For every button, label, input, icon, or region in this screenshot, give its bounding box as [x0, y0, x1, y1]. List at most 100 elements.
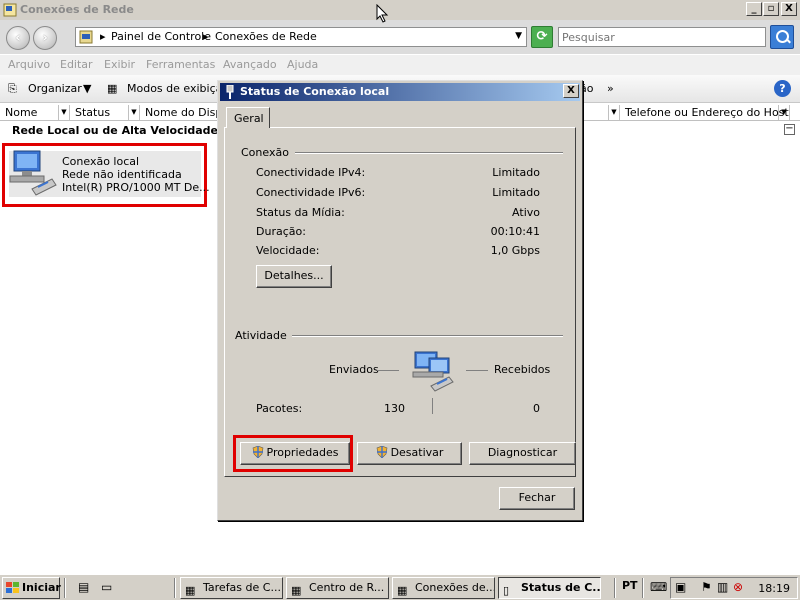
- task-window-icon: ▦: [397, 584, 408, 597]
- dialog-title: Status de Conexão local: [240, 85, 390, 98]
- task-status[interactable]: ▯ Status de C...: [498, 577, 601, 599]
- network-adapter-icon: [9, 150, 57, 196]
- task-tarefas-label: Tarefas de C...: [203, 581, 281, 594]
- chevron-down-icon[interactable]: ▼: [83, 82, 91, 95]
- properties-highlight: [233, 435, 353, 472]
- chevron-down-icon[interactable]: ▼: [58, 105, 69, 120]
- breadcrumb-control-panel[interactable]: Painel de Controle: [111, 30, 211, 43]
- menu-tools[interactable]: Ferramentas: [146, 58, 215, 71]
- column-phone-host[interactable]: Telefone ou Endereço do Host ▼: [620, 105, 790, 121]
- address-field[interactable]: ▸ Painel de Controle ▸ Conexões de Rede …: [75, 27, 527, 47]
- taskbar-separator: [64, 578, 66, 598]
- chevron-down-icon[interactable]: ▼: [608, 105, 619, 120]
- column-phone-host-label: Telefone ou Endereço do Host: [625, 106, 789, 119]
- tray-security-icon[interactable]: ⚑: [701, 580, 712, 594]
- media-status-value: Ativo: [512, 206, 540, 219]
- control-panel-icon: [79, 30, 93, 44]
- organize-icon: ⎘: [8, 82, 17, 95]
- media-status-label: Status da Mídia:: [256, 206, 345, 219]
- tray-network-icon[interactable]: ▥: [717, 580, 728, 594]
- start-button[interactable]: Iniciar: [2, 577, 61, 599]
- dialog-title-bar: Status de Conexão local X: [220, 83, 580, 101]
- help-icon[interactable]: ?: [774, 80, 791, 97]
- packets-received-value: 0: [533, 402, 540, 415]
- breadcrumb-arrow: ▸: [203, 30, 209, 43]
- address-bar: ‹ › ▸ Painel de Controle ▸ Conexões de R…: [0, 20, 800, 54]
- section-activity-label: Atividade: [235, 329, 287, 342]
- chevron-down-icon[interactable]: ▼: [778, 105, 789, 120]
- column-device-name[interactable]: Nome do Dispo: [140, 105, 220, 121]
- connection-network: Rede não identificada: [62, 168, 182, 181]
- view-modes-button[interactable]: Modos de exibição: [127, 82, 229, 95]
- forward-button[interactable]: ›: [33, 26, 57, 50]
- column-hidden[interactable]: ▼: [608, 105, 620, 121]
- chevron-down-icon[interactable]: ▼: [128, 105, 139, 120]
- taskbar-separator: [174, 578, 176, 598]
- column-status[interactable]: Status ▼: [70, 105, 140, 121]
- disable-button[interactable]: Desativar: [357, 442, 462, 465]
- menu-help[interactable]: Ajuda: [287, 58, 318, 71]
- column-status-label: Status: [75, 106, 111, 119]
- connection-name: Conexão local: [62, 155, 140, 168]
- more-commands-button[interactable]: »: [607, 82, 614, 95]
- task-conexoes-label: Conexões de...: [415, 581, 495, 594]
- menu-file[interactable]: Arquivo: [8, 58, 50, 71]
- close-button[interactable]: X: [781, 2, 797, 16]
- breadcrumb-network-connections[interactable]: Conexões de Rede: [215, 30, 317, 43]
- network-connections-icon: [3, 3, 17, 17]
- column-device-label: Nome do Dispo: [145, 106, 219, 119]
- tray-app-icon[interactable]: ▣: [675, 580, 686, 594]
- speed-label: Velocidade:: [256, 244, 320, 257]
- server-manager-icon[interactable]: ▤: [78, 580, 89, 594]
- general-tab-panel: Conexão Conectividade IPv4: Limitado Con…: [224, 127, 576, 477]
- ipv6-value: Limitado: [492, 186, 540, 199]
- maximize-button[interactable]: ▫: [763, 2, 779, 16]
- shield-icon: [376, 446, 387, 458]
- sent-line: [377, 370, 399, 371]
- connection-device: Intel(R) PRO/1000 MT De...: [62, 181, 210, 194]
- collapse-group-button[interactable]: −: [784, 124, 795, 135]
- details-button[interactable]: Detalhes...: [256, 265, 332, 288]
- network-activity-icon: [412, 351, 454, 392]
- minimize-button[interactable]: _: [746, 2, 762, 16]
- language-indicator[interactable]: PT: [622, 579, 638, 592]
- menu-edit[interactable]: Editar: [60, 58, 93, 71]
- tab-general[interactable]: Geral: [226, 107, 270, 128]
- diagnose-button[interactable]: Diagnosticar: [469, 442, 576, 465]
- duration-label: Duração:: [256, 225, 306, 238]
- show-desktop-icon[interactable]: ▭: [101, 580, 112, 594]
- chevron-down-icon[interactable]: ▼: [515, 31, 522, 41]
- keyboard-icon[interactable]: ⌨: [650, 580, 667, 594]
- menu-view[interactable]: Exibir: [104, 58, 135, 71]
- view-modes-icon: ▦: [107, 82, 118, 95]
- sent-label: Enviados: [329, 363, 379, 376]
- ipv4-value: Limitado: [492, 166, 540, 179]
- organize-button[interactable]: Organizar: [28, 82, 82, 95]
- back-button[interactable]: ‹: [6, 26, 30, 50]
- section-divider: [292, 335, 563, 337]
- refresh-button[interactable]: ⟳: [531, 26, 553, 48]
- task-conexoes[interactable]: ▦ Conexões de...: [392, 577, 495, 599]
- received-line: [466, 370, 488, 371]
- search-icon[interactable]: [770, 25, 794, 49]
- column-name[interactable]: Nome ▼: [0, 105, 70, 121]
- task-centro[interactable]: ▦ Centro de R...: [286, 577, 389, 599]
- close-dialog-button[interactable]: Fechar: [499, 487, 575, 510]
- ipv4-label: Conectividade IPv4:: [256, 166, 366, 179]
- taskbar: Iniciar ▤ ▭ ▦ Tarefas de C... ▦ Centro d…: [0, 574, 800, 600]
- task-centro-label: Centro de R...: [309, 581, 385, 594]
- task-tarefas[interactable]: ▦ Tarefas de C...: [180, 577, 283, 599]
- network-connection-item[interactable]: Conexão local Rede não identificada Inte…: [2, 143, 210, 207]
- clock[interactable]: 18:19: [758, 582, 790, 595]
- taskbar-separator: [614, 578, 616, 598]
- tray-volume-muted-icon[interactable]: ⊗: [733, 580, 743, 594]
- menu-advanced[interactable]: Avançado: [223, 58, 277, 71]
- start-button-label: Iniciar: [22, 581, 61, 594]
- task-window-icon: ▦: [291, 584, 302, 597]
- section-connection-label: Conexão: [241, 146, 289, 159]
- search-input[interactable]: [558, 27, 766, 47]
- notification-area: ▣ ⚑ ▥ ⊗ 18:19: [670, 577, 798, 599]
- title-bar: Conexões de Rede _ ▫ X: [0, 0, 800, 20]
- window-title: Conexões de Rede: [20, 3, 134, 16]
- dialog-close-button[interactable]: X: [563, 84, 579, 98]
